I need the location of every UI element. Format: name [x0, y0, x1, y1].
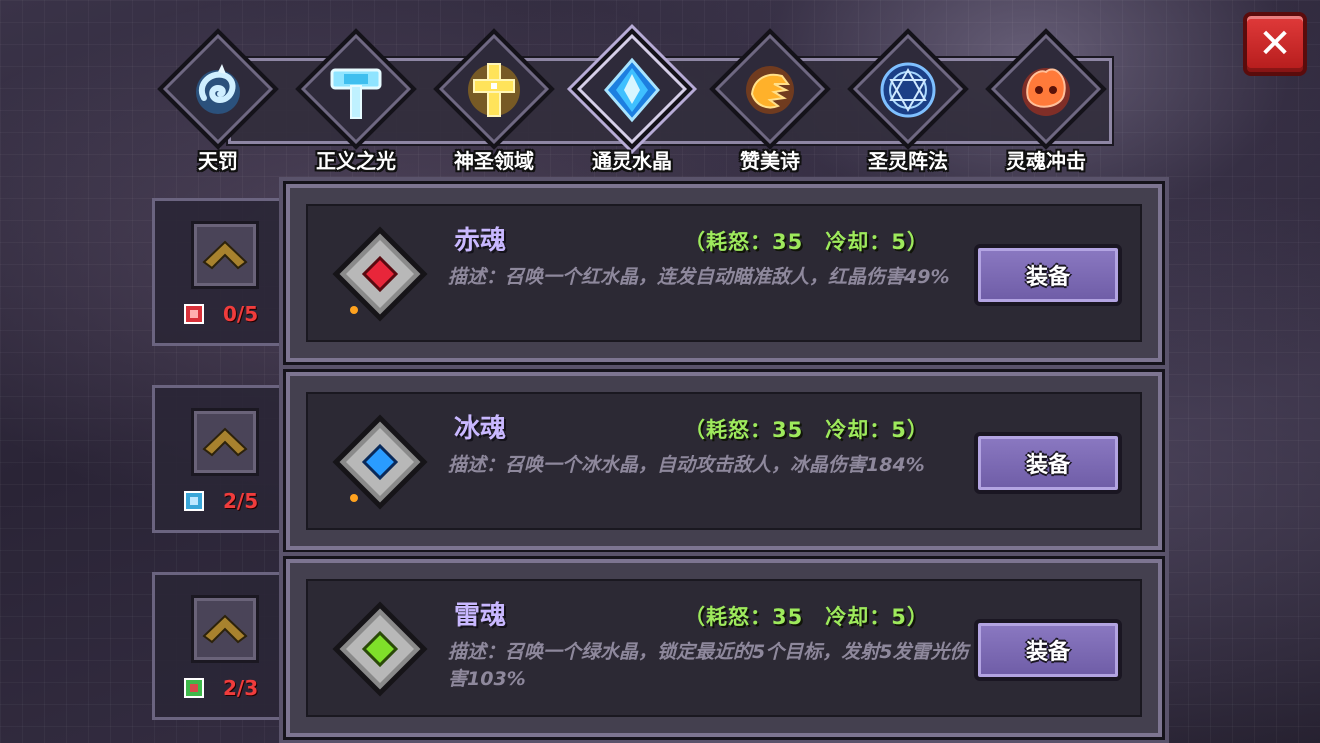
equip-button[interactable]: 装备: [974, 244, 1122, 306]
skill-level: 2/3: [223, 676, 259, 700]
hammer-icon: [330, 68, 382, 119]
skill-card: 赤魂 （耗怒：35 冷却：5） 描述：召唤一个红水晶，连发自动瞄准敌人，红晶伤害…: [283, 181, 1165, 365]
close-button[interactable]: ✕: [1243, 12, 1307, 76]
skill-level: 2/5: [223, 489, 259, 513]
skill-description: 描述：召唤一个冰水晶，自动攻击敌人，冰晶伤害184%: [448, 454, 925, 476]
tab-tianfa[interactable]: 天罚: [152, 28, 284, 174]
skill-book-icon: [184, 304, 204, 324]
upgrade-button[interactable]: [191, 408, 259, 476]
tab-zhengyi[interactable]: 正义之光: [290, 28, 422, 174]
tab-label: 灵魂冲击: [1006, 149, 1086, 173]
skill-book-icon: [184, 491, 204, 511]
equip-button[interactable]: 装备: [974, 432, 1122, 494]
tab-label: 赞美诗: [740, 149, 800, 173]
skill-level-row: 2/3: [183, 675, 283, 701]
tab-shensheng[interactable]: 神圣领域: [428, 28, 560, 174]
tab-zanmei[interactable]: 赞美诗: [704, 28, 836, 174]
skill-level-panel: 0/5: [152, 198, 288, 346]
red-crystal-icon: [332, 226, 428, 322]
tab-tongling[interactable]: 通灵水晶: [566, 28, 698, 174]
skill-cost: （耗怒：35 冷却：5）: [684, 605, 929, 629]
skill-cost: （耗怒：35 冷却：5）: [684, 418, 929, 442]
chevron-up-icon: [202, 240, 248, 270]
skill-card: 冰魂 （耗怒：35 冷却：5） 描述：召唤一个冰水晶，自动攻击敌人，冰晶伤害18…: [283, 369, 1165, 553]
flame-skull-icon: [1022, 68, 1070, 116]
tab-linghun[interactable]: 灵魂冲击: [980, 28, 1112, 174]
skill-card-inner: 雷魂 （耗怒：35 冷却：5） 描述：召唤一个绿水晶，锁定最近的5个目标，发射5…: [306, 579, 1142, 717]
tab-label: 正义之光: [316, 149, 396, 173]
skill-card: 雷魂 （耗怒：35 冷却：5） 描述：召唤一个绿水晶，锁定最近的5个目标，发射5…: [283, 556, 1165, 740]
close-icon: ✕: [1258, 21, 1292, 67]
tab-label: 天罚: [198, 149, 238, 173]
magic-circle-icon: [880, 62, 936, 118]
skill-level: 0/5: [223, 302, 259, 326]
blue-crystal-icon: [332, 414, 428, 510]
holy-cross-icon: [468, 63, 520, 117]
crystal-icon: [604, 57, 660, 123]
skill-level-row: 2/5: [183, 488, 283, 514]
skill-level-panel: 2/5: [152, 385, 288, 533]
blue-swirl-icon: [196, 64, 240, 114]
chevron-up-icon: [202, 614, 248, 644]
skill-name: 雷魂: [454, 601, 507, 631]
green-crystal-icon: [332, 601, 428, 697]
upgrade-button[interactable]: [191, 221, 259, 289]
skill-level-row: 0/5: [183, 301, 283, 327]
skill-card-inner: 赤魂 （耗怒：35 冷却：5） 描述：召唤一个红水晶，连发自动瞄准敌人，红晶伤害…: [306, 204, 1142, 342]
skill-name: 赤魂: [454, 226, 507, 256]
skill-description: 描述：召唤一个红水晶，连发自动瞄准敌人，红晶伤害49%: [448, 266, 950, 288]
skill-card-inner: 冰魂 （耗怒：35 冷却：5） 描述：召唤一个冰水晶，自动攻击敌人，冰晶伤害18…: [306, 392, 1142, 530]
skill-cost: （耗怒：35 冷却：5）: [684, 230, 929, 254]
tab-label: 圣灵阵法: [868, 149, 948, 173]
tab-shengling[interactable]: 圣灵阵法: [842, 28, 974, 174]
skill-name: 冰魂: [454, 414, 507, 444]
skill-level-panel: 2/3: [152, 572, 288, 720]
skill-description: 描述：召唤一个绿水晶，锁定最近的5个目标，发射5发雷光伤害103%: [448, 641, 969, 690]
equip-button[interactable]: 装备: [974, 619, 1122, 681]
tab-label: 通灵水晶: [592, 149, 672, 173]
fire-hand-icon: [746, 66, 794, 114]
upgrade-button[interactable]: [191, 595, 259, 663]
chevron-up-icon: [202, 427, 248, 457]
tab-label: 神圣领域: [454, 149, 534, 173]
skill-book-icon: [184, 678, 204, 698]
